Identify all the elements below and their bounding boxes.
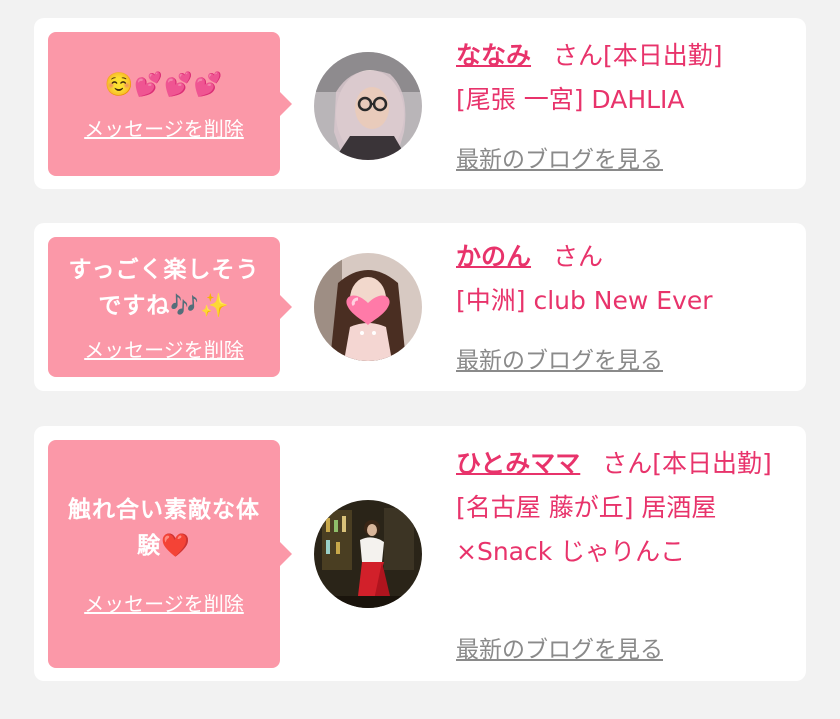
shop-name: [尾張 一宮] DAHLIA [456, 85, 685, 114]
avatar[interactable] [314, 253, 422, 361]
latest-blog-link[interactable]: 最新のブログを見る [456, 630, 663, 664]
delete-message-link[interactable]: メッセージを削除 [84, 113, 244, 142]
message-bubble: ☺️💕💕💕 メッセージを削除 [48, 32, 292, 176]
name-line: ななみ さん[本日出勤] [456, 34, 792, 78]
sender-name-link[interactable]: ひとみママ [456, 449, 580, 478]
shop-name: [名古屋 藤が丘] 居酒屋 [456, 493, 717, 522]
message-bubble: 触れ合い素敵な体 験❤️ メッセージを削除 [48, 440, 292, 668]
name-line: かのん さん [456, 235, 792, 279]
honorific-status: さん[本日出勤] [553, 41, 723, 70]
sender-info: かのん さん [中洲] club New Ever 最新のブログを見る [456, 235, 792, 385]
avatar[interactable] [314, 500, 422, 608]
avatar[interactable] [314, 52, 422, 160]
message-text: ☺️💕💕💕 [104, 71, 224, 98]
girl-with-glasses-avatar-icon [314, 52, 422, 160]
delete-message-link[interactable]: メッセージを削除 [84, 588, 244, 617]
woman-in-bar-avatar-icon [314, 500, 422, 608]
delete-message-link[interactable]: メッセージを削除 [84, 334, 244, 363]
message-card: すっごく楽しそう ですね🎶✨ メッセージを削除 かのん さん [中洲] club … [34, 223, 806, 391]
message-card: ☺️💕💕💕 メッセージを削除 ななみ さん[本日出勤] [尾張 一宮] DAHLI… [34, 18, 806, 189]
shop-name: [中洲] club New Ever [456, 286, 713, 315]
message-text: 触れ合い素敵な体 験❤️ [68, 496, 260, 559]
message-list: ☺️💕💕💕 メッセージを削除 ななみ さん[本日出勤] [尾張 一宮] DAHLI… [0, 0, 840, 719]
honorific-status: さん [553, 242, 604, 271]
girl-with-heart-sticker-avatar-icon [314, 253, 422, 361]
shop-name-continued: ×Snack じゃりんこ [456, 537, 686, 566]
name-line: ひとみママ さん[本日出勤] [456, 442, 792, 486]
latest-blog-link[interactable]: 最新のブログを見る [456, 140, 663, 174]
sender-name-link[interactable]: ななみ [456, 41, 531, 70]
message-card: 触れ合い素敵な体 験❤️ メッセージを削除 ひとみママ さん[本日出勤] [名古… [34, 426, 806, 681]
message-text: すっごく楽しそう ですね🎶✨ [68, 256, 260, 319]
latest-blog-link[interactable]: 最新のブログを見る [456, 341, 663, 375]
sender-info: ひとみママ さん[本日出勤] [名古屋 藤が丘] 居酒屋 ×Snack じゃりんこ… [456, 442, 792, 670]
sender-info: ななみ さん[本日出勤] [尾張 一宮] DAHLIA 最新のブログを見る [456, 34, 792, 184]
sender-name-link[interactable]: かのん [456, 242, 531, 271]
honorific-status: さん[本日出勤] [602, 449, 772, 478]
message-bubble: すっごく楽しそう ですね🎶✨ メッセージを削除 [48, 237, 292, 377]
